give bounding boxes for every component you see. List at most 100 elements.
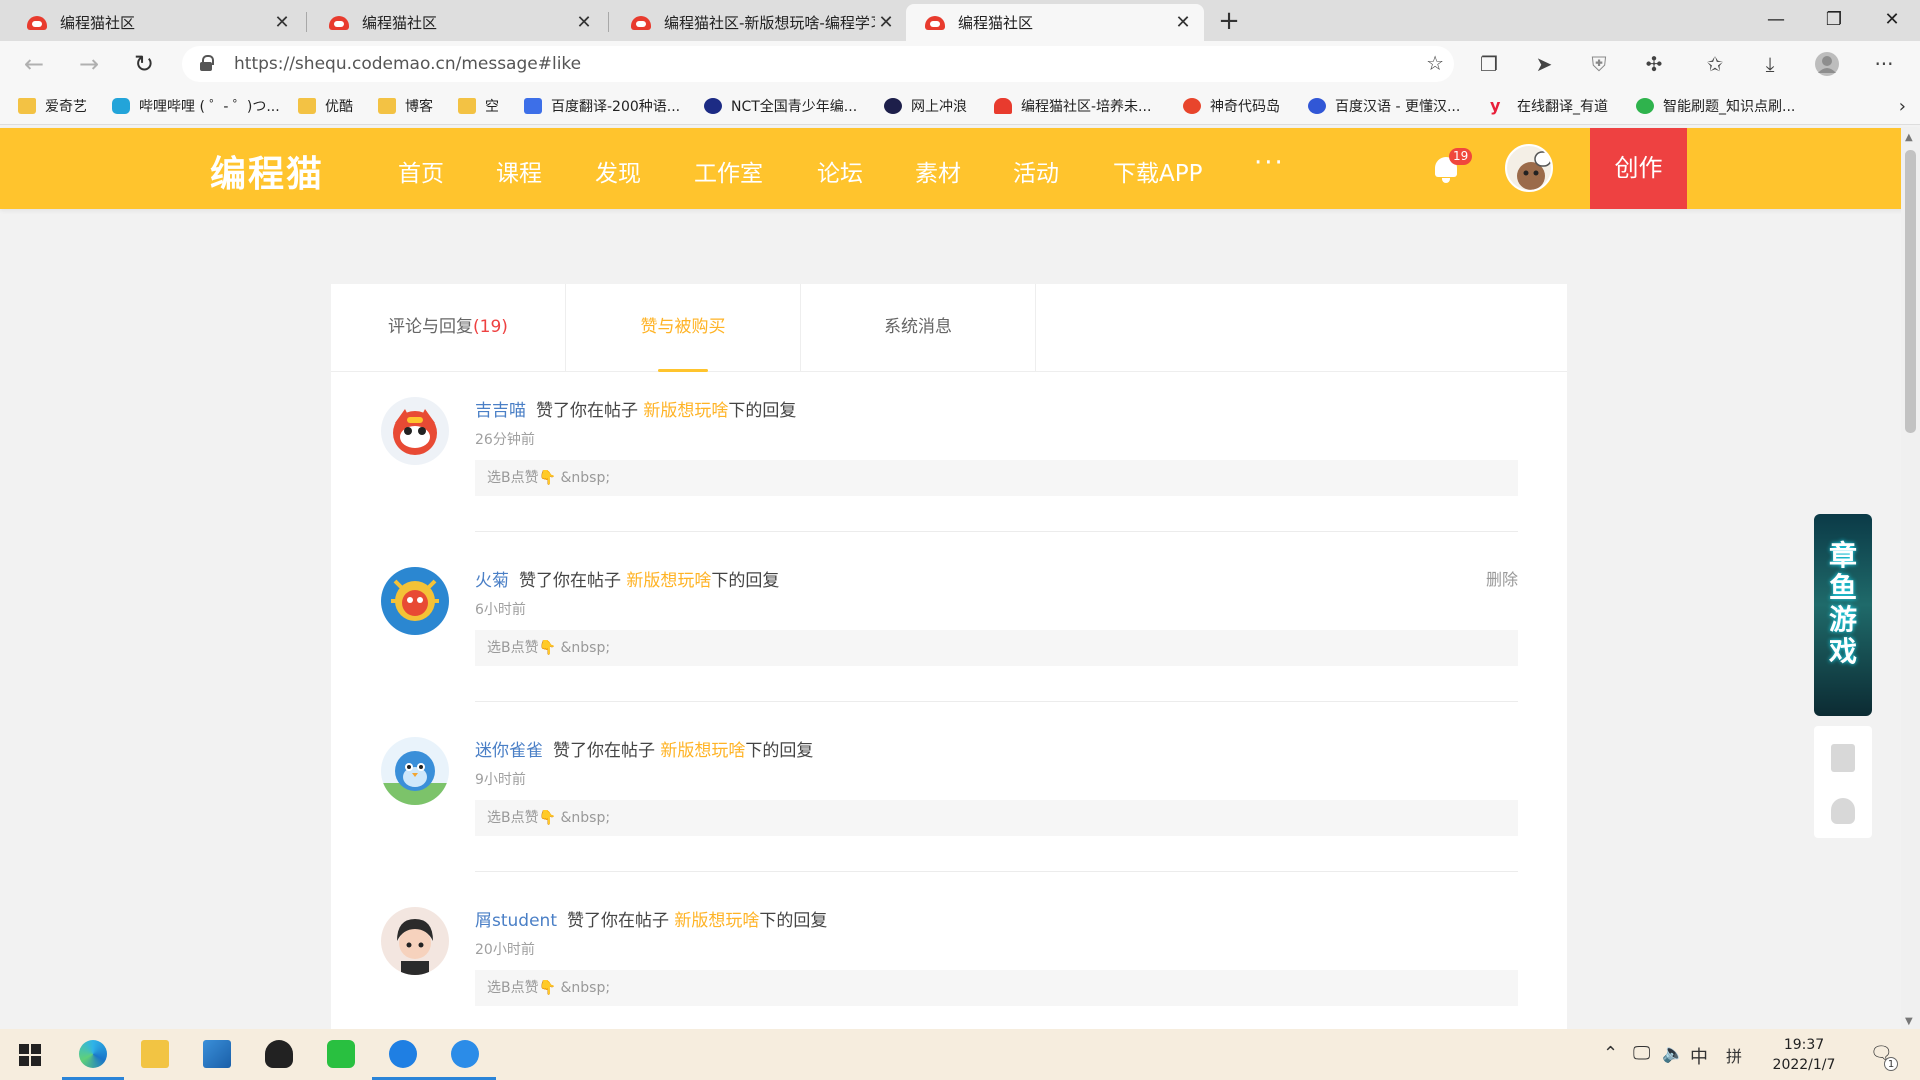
bookmark-item[interactable]: 智能刷题_知识点刷... [1636,96,1795,116]
close-window-button[interactable]: ✕ [1864,0,1920,40]
nav-activities[interactable]: 活动 [1013,154,1059,188]
nav-more-button[interactable]: ··· [1254,148,1285,178]
side-ad-banner[interactable]: 章鱼游戏 [1814,514,1872,716]
user-avatar[interactable] [1505,144,1553,192]
close-tab-icon[interactable]: ✕ [875,12,897,33]
qq-icon[interactable] [1831,798,1855,824]
reply-quote[interactable]: 选B点赞👇 &nbsp; [475,630,1518,666]
scrollbar-thumb[interactable] [1905,150,1916,433]
maximize-button[interactable]: ❐ [1806,0,1862,40]
bookmark-item[interactable]: 百度汉语 - 更懂汉... [1308,96,1460,116]
network-icon[interactable]: 🖵 [1633,1043,1650,1064]
ime-mode[interactable]: 拼 [1726,1043,1742,1067]
back-button[interactable]: ← [16,47,52,81]
bookmark-item[interactable]: 网上冲浪 [884,96,967,116]
bookmark-item[interactable]: 爱奇艺 [18,96,87,116]
message-time: 9小时前 [475,772,526,788]
share-icon[interactable]: ➤ [1529,51,1559,77]
add-favorite-icon[interactable]: ☆ [1426,51,1444,75]
reply-quote[interactable]: 选B点赞👇 &nbsp; [475,460,1518,496]
divider [475,701,1518,702]
scroll-up-icon[interactable]: ▲ [1905,132,1913,143]
nav-forum[interactable]: 论坛 [817,154,863,188]
tab-likes-purchases[interactable]: 赞与被购买 [566,284,801,372]
start-icon[interactable] [0,1029,62,1080]
collections-icon[interactable]: ❐ [1474,51,1504,77]
message-username[interactable]: 吉吉喵 [475,401,526,421]
nav-studio[interactable]: 工作室 [694,154,763,188]
bookmark-item[interactable]: 百度翻译-200种语... [524,96,680,116]
chevron-up-icon[interactable]: ⌃ [1603,1043,1618,1064]
nav-materials[interactable]: 素材 [915,154,961,188]
browser-tab-active[interactable]: 编程猫社区 ✕ [906,4,1204,41]
new-tab-button[interactable]: + [1212,6,1246,36]
feishu-icon[interactable] [434,1029,496,1080]
site-logo[interactable]: 编程猫 [210,145,324,197]
bookmark-label: 博客 [405,99,433,115]
post-link[interactable]: 新版想玩啥 [660,741,745,761]
close-tab-icon[interactable]: ✕ [573,12,595,33]
minimize-button[interactable]: — [1748,0,1804,40]
edge-icon[interactable] [62,1029,124,1080]
bookmark-item[interactable]: y 在线翻译_有道 [1490,96,1608,116]
nav-download-app[interactable]: 下载APP [1113,154,1202,188]
tab-system-messages[interactable]: 系统消息 [801,284,1036,372]
bookmark-item[interactable]: 哔哩哔哩 ( ゜- ゜)つ... [112,96,280,116]
shield-icon[interactable]: ⛨ [1584,51,1614,77]
post-link[interactable]: 新版想玩啥 [643,401,728,421]
scroll-down-icon[interactable]: ▼ [1905,1016,1913,1027]
bilibili-icon [112,98,130,114]
ime-language[interactable]: 中 [1690,1043,1708,1069]
message-username[interactable]: 火菊 [475,571,509,591]
bookmark-item[interactable]: 空 [458,96,499,116]
reply-quote[interactable]: 选B点赞👇 &nbsp; [475,970,1518,1006]
message-username[interactable]: 屑student [475,911,557,931]
forward-button[interactable]: → [71,47,107,81]
avatar[interactable] [381,907,449,975]
nav-discover[interactable]: 发现 [595,154,641,188]
tab-comments-replies[interactable]: 评论与回复(19) [331,284,566,372]
avatar[interactable] [381,737,449,805]
page-scrollbar[interactable]: ▲ ▼ [1901,128,1920,1029]
qq-icon[interactable] [248,1029,310,1080]
download-icon[interactable]: ⤓ [1755,51,1785,77]
bookmark-item[interactable]: NCT全国青少年编... [704,96,857,116]
codemao-favicon-icon [630,14,652,32]
mobile-icon[interactable] [1831,744,1855,772]
create-button[interactable]: 创作 [1590,128,1687,209]
delete-button[interactable]: 删除 [1486,566,1518,590]
extensions-icon[interactable]: ✣ [1639,51,1669,77]
favorites-icon[interactable]: ✩ [1700,51,1730,77]
post-link[interactable]: 新版想玩啥 [626,571,711,591]
volume-icon[interactable]: 🔈 [1662,1043,1684,1064]
address-bar[interactable]: https://shequ.codemao.cn/message#like ☆ [182,46,1454,82]
browser-tab[interactable]: 编程猫社区 ✕ [8,4,303,41]
tab-title: 编程猫社区-新版想玩啥-编程学习 [664,14,875,32]
bookmark-item[interactable]: 编程猫社区-培养未... [994,96,1151,116]
lock-icon[interactable] [200,55,214,71]
explorer-icon[interactable] [124,1029,186,1080]
photos-icon[interactable] [186,1029,248,1080]
reload-button[interactable]: ↻ [126,47,162,81]
message-username[interactable]: 迷你雀雀 [475,741,543,761]
wechat-icon[interactable] [310,1029,372,1080]
bookmark-item[interactable]: 神奇代码岛 [1183,96,1280,116]
chevron-right-icon[interactable]: › [1899,96,1906,117]
browser-tab[interactable]: 编程猫社区-新版想玩啥-编程学习 ✕ [612,4,907,41]
nav-home[interactable]: 首页 [398,154,444,188]
reply-quote[interactable]: 选B点赞👇 &nbsp; [475,800,1518,836]
more-icon[interactable]: ··· [1869,51,1899,77]
kugou-icon[interactable] [372,1029,434,1080]
bookmark-item[interactable]: 博客 [378,96,433,116]
browser-tab[interactable]: 编程猫社区 ✕ [310,4,605,41]
close-tab-icon[interactable]: ✕ [1172,12,1194,33]
taskbar-clock[interactable]: 19:37 2022/1/7 [1764,1035,1844,1075]
avatar[interactable] [381,567,449,635]
url-text[interactable]: https://shequ.codemao.cn/message#like [234,54,581,74]
profile-icon[interactable] [1812,51,1842,77]
avatar[interactable] [381,397,449,465]
bookmark-item[interactable]: 优酷 [298,96,353,116]
nav-courses[interactable]: 课程 [496,154,542,188]
close-tab-icon[interactable]: ✕ [271,12,293,33]
post-link[interactable]: 新版想玩啥 [674,911,759,931]
